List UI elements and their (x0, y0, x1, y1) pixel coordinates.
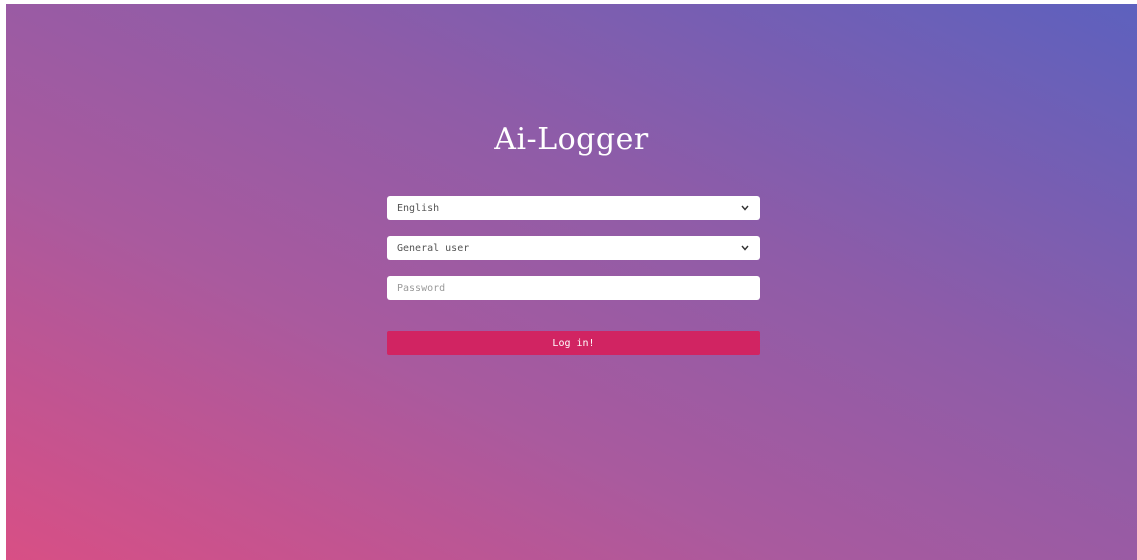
password-placeholder: Password (397, 282, 446, 294)
user-role-select[interactable]: General user (387, 236, 760, 260)
language-select-value: English (397, 202, 440, 214)
language-select[interactable]: English (387, 196, 760, 220)
login-page: Ai-Logger English General user Password … (6, 4, 1137, 560)
user-role-select-value: General user (397, 242, 470, 254)
password-field[interactable]: Password (387, 276, 760, 300)
login-button[interactable]: Log in! (387, 331, 760, 355)
app-title: Ai-Logger (494, 122, 649, 157)
chevron-down-icon (740, 203, 750, 213)
chevron-down-icon (740, 243, 750, 253)
